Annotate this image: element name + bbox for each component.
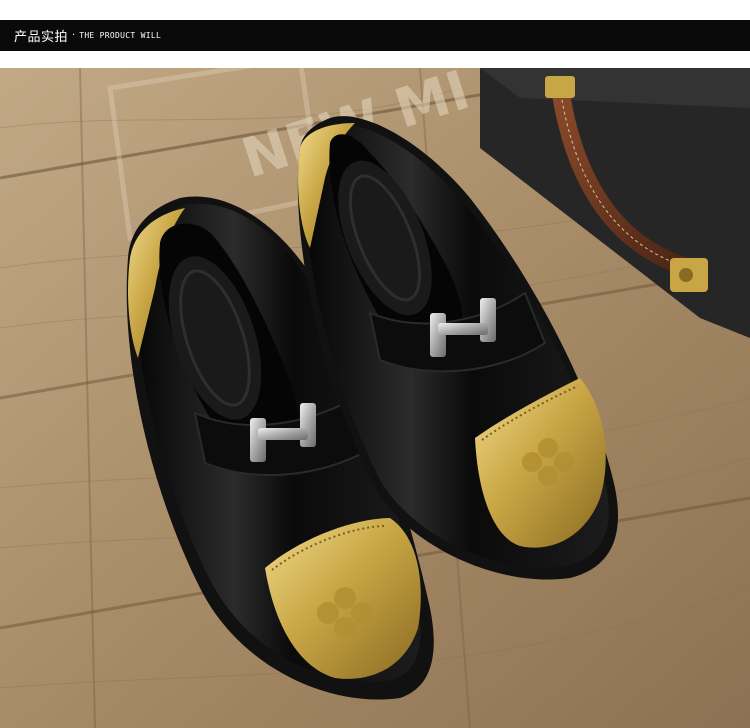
header-title-en: THE PRODUCT WILL bbox=[79, 31, 162, 40]
header-title-cn: 产品实拍 bbox=[14, 30, 69, 45]
page: 产品实拍 · THE PRODUCT WILL MI bbox=[0, 0, 750, 728]
header-separator: · bbox=[72, 30, 76, 41]
header-bar: 产品实拍 · THE PRODUCT WILL bbox=[0, 20, 750, 51]
product-photo: NEW MI bbox=[0, 68, 750, 728]
